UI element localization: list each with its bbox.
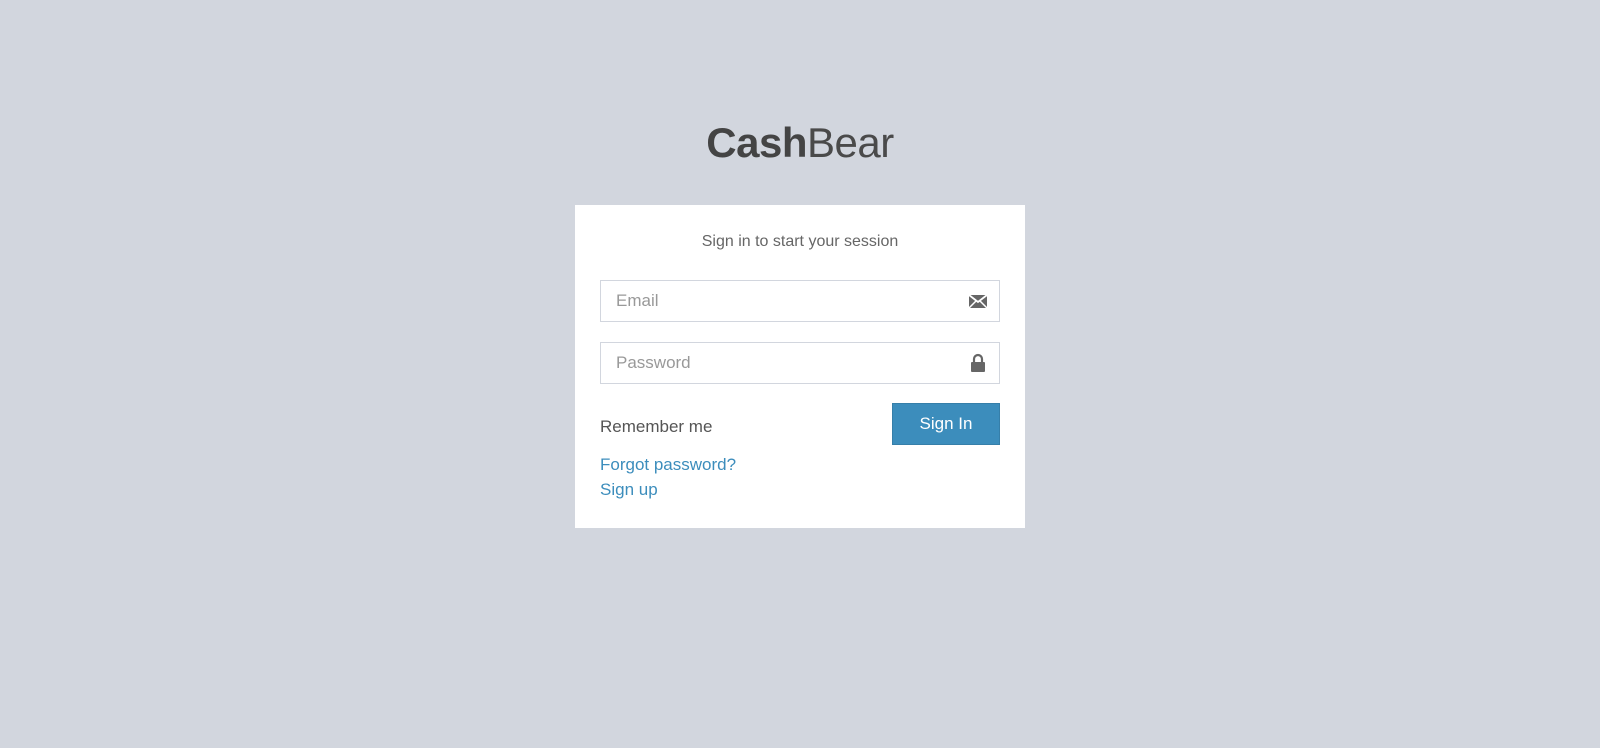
login-box-message: Sign in to start your session — [701, 233, 899, 250]
email-input[interactable] — [601, 281, 999, 321]
logo-light-text: Bear — [806, 119, 894, 166]
login-box: Sign in to start your session Remember m… — [575, 205, 1025, 528]
app-logo: CashBear — [0, 117, 1600, 169]
remember-me-label[interactable]: Remember me — [600, 416, 712, 438]
logo-bold-text: Cash — [706, 119, 807, 166]
sign-in-button[interactable]: Sign In — [892, 403, 1000, 445]
email-field-group — [600, 280, 1000, 322]
lock-icon — [968, 353, 988, 373]
password-input[interactable] — [601, 343, 999, 383]
envelope-icon — [968, 291, 988, 311]
forgot-password-link[interactable]: Forgot password? — [600, 454, 736, 476]
sign-up-link[interactable]: Sign up — [600, 479, 658, 501]
password-field-group — [600, 342, 1000, 384]
